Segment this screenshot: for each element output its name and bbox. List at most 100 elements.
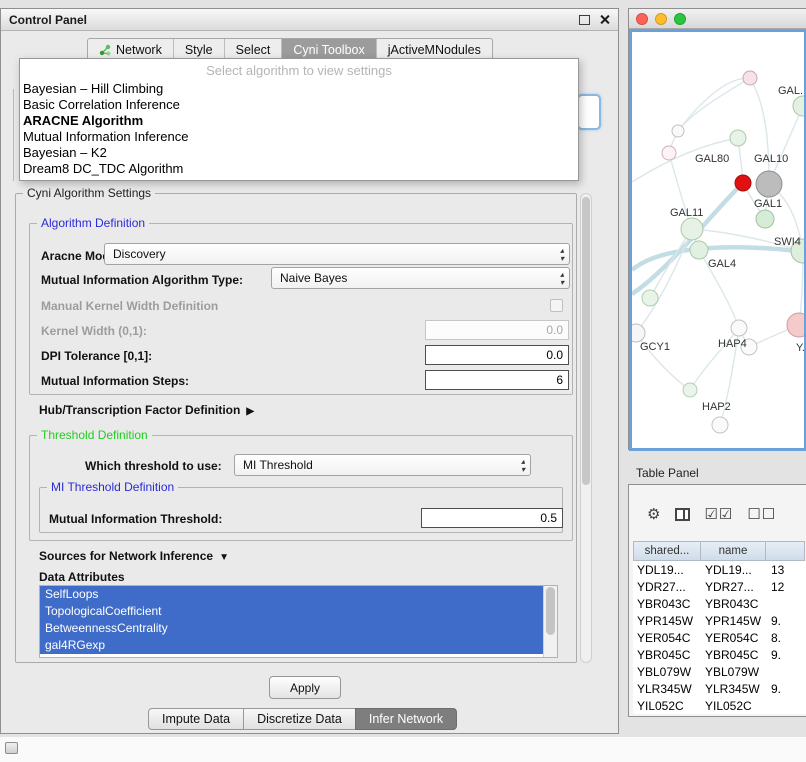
settings-scrollbar-thumb[interactable] [582, 197, 590, 485]
aracne-mode-select[interactable]: Discovery ▴▾ [104, 243, 570, 265]
table-row[interactable]: YPR145WYPR145W9. [633, 612, 806, 629]
algorithm-option-mutual-information-inference[interactable]: Mutual Information Inference [20, 129, 578, 145]
table-cell: YER054C [701, 629, 767, 646]
network-graph: GAL...GAL80GAL10GAL11GAL1SWI4GAL4GCY1HAP… [632, 32, 804, 448]
float-window-icon[interactable] [579, 15, 590, 25]
attribute-table: shared...name YDL19...YDL19...13YDR27...… [633, 541, 806, 714]
dpi-tolerance-input[interactable]: 0.0 [425, 345, 569, 365]
table-cell: YBR045C [701, 646, 767, 663]
table-cell: 12 [767, 578, 806, 595]
network-window-titlebar[interactable] [629, 9, 806, 29]
network-node[interactable] [642, 290, 658, 306]
algorithm-option-bayesian-hill-climbing[interactable]: Bayesian – Hill Climbing [20, 81, 578, 97]
control-panel-titlebar[interactable]: Control Panel [1, 9, 618, 31]
data-attribute-item[interactable]: BetweennessCentrality [40, 620, 544, 637]
network-node[interactable] [743, 71, 757, 85]
sources-label: Sources for Network Inference [39, 549, 213, 563]
data-attribute-item[interactable]: TopologicalCoefficient [40, 603, 544, 620]
network-node-label: GAL... [778, 85, 804, 97]
network-node[interactable] [681, 218, 703, 240]
close-icon[interactable] [599, 14, 610, 25]
network-node[interactable] [787, 313, 804, 337]
data-attribute-item[interactable]: SelfLoops [40, 586, 544, 603]
list-scrollbar[interactable] [543, 586, 557, 657]
network-node[interactable] [730, 130, 746, 146]
table-row[interactable]: YBL079WYBL079W [633, 663, 806, 680]
manual-kernel-checkbox[interactable] [550, 299, 563, 312]
network-edge[interactable] [678, 78, 750, 131]
table-cell: YDR27... [633, 578, 701, 595]
mi-threshold-input[interactable]: 0.5 [421, 508, 563, 528]
network-node[interactable] [793, 96, 804, 116]
table-row[interactable]: YIL052CYIL052C [633, 697, 806, 714]
kernel-width-input[interactable]: 0.0 [425, 320, 569, 340]
bottom-tab-discretize-data[interactable]: Discretize Data [243, 708, 356, 730]
gear-icon[interactable]: ⚙ [647, 505, 661, 523]
minimize-traffic-light-icon[interactable] [655, 13, 667, 25]
network-node-label: GAL4 [708, 258, 736, 270]
sources-toggle[interactable]: Sources for Network Inference ▼ [39, 549, 229, 563]
network-edge[interactable] [750, 78, 769, 184]
table-row[interactable]: YDL19...YDL19...13 [633, 561, 806, 578]
bottom-tab-impute-data[interactable]: Impute Data [148, 708, 244, 730]
zoom-traffic-light-icon[interactable] [674, 13, 686, 25]
bottom-tab-infer-network[interactable]: Infer Network [355, 708, 457, 730]
network-node[interactable] [672, 125, 684, 137]
network-node[interactable] [756, 171, 782, 197]
mi-steps-input[interactable]: 6 [425, 370, 569, 390]
table-cell: YPR145W [701, 612, 767, 629]
algorithm-option-basic-correlation-inference[interactable]: Basic Correlation Inference [20, 97, 578, 113]
table-row[interactable]: YER054CYER054C8. [633, 629, 806, 646]
hub-definition-toggle[interactable]: Hub/Transcription Factor Definition ▶ [39, 403, 254, 417]
table-row[interactable]: YBR043CYBR043C [633, 595, 806, 612]
network-node-label: GAL80 [695, 153, 729, 165]
which-threshold-select[interactable]: MI Threshold ▴▾ [234, 454, 531, 476]
table-cell [767, 595, 806, 612]
close-traffic-light-icon[interactable] [636, 13, 648, 25]
column-browser-icon[interactable] [675, 508, 690, 521]
network-edge[interactable] [678, 78, 750, 131]
table-cell: YLR345W [701, 680, 767, 697]
network-node[interactable] [683, 383, 697, 397]
network-canvas[interactable]: GAL...GAL80GAL10GAL11GAL1SWI4GAL4GCY1HAP… [629, 29, 806, 451]
network-node-label: GCY1 [640, 341, 670, 353]
hub-definition-label: Hub/Transcription Factor Definition [39, 403, 240, 417]
table-cell: YBL079W [701, 663, 767, 680]
network-node-label: GAL11 [670, 207, 703, 219]
algorithm-option-aracne-algorithm[interactable]: ARACNE Algorithm [20, 113, 578, 129]
network-node[interactable] [712, 417, 728, 433]
data-attribute-item[interactable]: gal4RGexp [40, 637, 544, 654]
table-row[interactable]: YBR045CYBR045C9. [633, 646, 806, 663]
apply-button[interactable]: Apply [269, 676, 341, 699]
algorithm-combo-fragment[interactable] [577, 94, 601, 130]
network-tab-icon [99, 44, 111, 56]
settings-scrollbar[interactable] [580, 193, 592, 663]
list-scrollbar-thumb[interactable] [546, 587, 555, 635]
algorithm-option-bayesian-k2[interactable]: Bayesian – K2 [20, 145, 578, 161]
column-header[interactable]: shared... [633, 541, 701, 561]
collapsed-disclosure-icon: ▶ [246, 406, 254, 417]
network-node[interactable] [731, 320, 747, 336]
network-node[interactable] [735, 175, 751, 191]
network-view-window: GAL...GAL80GAL10GAL11GAL1SWI4GAL4GCY1HAP… [628, 8, 806, 450]
table-cell [767, 663, 806, 680]
tab-label: Network [116, 43, 162, 57]
dropdown-item-list: Bayesian – Hill ClimbingBasic Correlatio… [20, 81, 578, 177]
minimized-panel-icon[interactable] [5, 742, 18, 754]
deselect-checkboxes-icon[interactable]: ☐☐ [747, 505, 776, 523]
column-header[interactable] [765, 541, 805, 561]
table-header-row: shared...name [633, 541, 806, 561]
expanded-disclosure-icon: ▼ [219, 552, 229, 563]
table-cell: 13 [767, 561, 806, 578]
select-checkboxes-icon[interactable]: ☑☑ [704, 505, 733, 523]
table-row[interactable]: YLR345WYLR345W9. [633, 680, 806, 697]
network-node[interactable] [690, 241, 708, 259]
column-header[interactable]: name [700, 541, 766, 561]
table-row[interactable]: YDR27...YDR27...12 [633, 578, 806, 595]
mi-type-select[interactable]: Naive Bayes ▴▾ [271, 267, 570, 289]
mi-steps-label: Mutual Information Steps: [41, 374, 189, 388]
network-node[interactable] [632, 324, 645, 342]
network-node[interactable] [756, 210, 774, 228]
algorithm-option-dream8-dc-tdc-algorithm[interactable]: Dream8 DC_TDC Algorithm [20, 161, 578, 177]
network-node[interactable] [662, 146, 676, 160]
